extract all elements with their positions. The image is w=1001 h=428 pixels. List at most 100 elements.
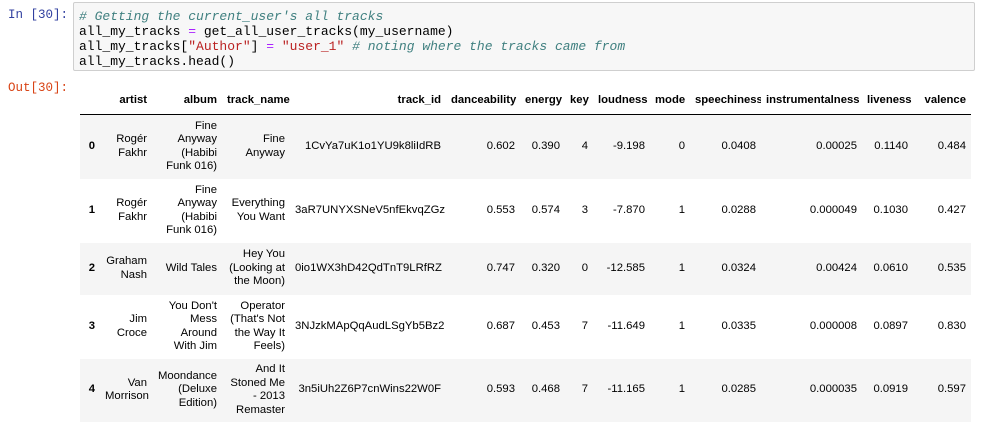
cell-valence: 0.597 <box>937 383 966 396</box>
code-operator: = <box>266 39 275 54</box>
cell-danceability: 0.687 <box>486 319 515 332</box>
code-line-1: # Getting the current_user's all tracks <box>79 9 969 24</box>
cell-key: 7 <box>581 383 588 396</box>
cell-energy: 0.468 <box>531 383 560 396</box>
column-header-valence: valence <box>913 88 971 115</box>
column-header-track-name: track_name <box>222 88 290 115</box>
cell-energy: 0.574 <box>531 203 560 216</box>
cell-album: Fine Anyway (Habibi Funk 016) <box>166 119 217 173</box>
table-body: 0 Rogér Fakhr Fine Anyway (Habibi Funk 016… <box>80 114 971 422</box>
code-operator: = <box>188 24 197 39</box>
cell-loudness: -11.649 <box>607 319 645 332</box>
cell-key: 4 <box>581 140 588 152</box>
column-header-artist: artist <box>100 88 152 115</box>
cell-mode: 1 <box>678 261 685 274</box>
row-index: 0 <box>88 140 95 152</box>
cell-track-name: Hey You (Looking at the Moon) <box>229 248 285 288</box>
cell-instrumentalness: 0.000035 <box>809 383 857 396</box>
cell-track-id: 3n5iUh2Z6P7cnWins22W0F <box>298 383 441 396</box>
dataframe-table: artist album track_name track_id danceabilit… <box>80 88 971 422</box>
cell-speechiness: 0.0408 <box>721 140 756 152</box>
cell-loudness: -11.165 <box>607 383 645 396</box>
column-header-track-id: track_id <box>290 88 446 115</box>
column-header-loudness: loudness <box>593 88 650 115</box>
row-index: 2 <box>88 261 95 274</box>
cell-track-id: 3aR7UNYXSNeV5nfEkvqZGz <box>295 203 446 216</box>
cell-key: 7 <box>581 319 588 332</box>
cell-album: Fine Anyway (Habibi Funk 016) <box>166 183 217 237</box>
column-header-speechiness: speechiness <box>690 88 761 115</box>
column-header-danceability: danceability <box>446 88 520 115</box>
code-line-2: all_my_tracks = get_all_user_tracks(my_u… <box>79 24 969 39</box>
table-row: 0 Rogér Fakhr Fine Anyway (Habibi Funk 016… <box>80 114 971 179</box>
cell-track-name: Everything You Want <box>231 197 285 223</box>
cell-album: Moondance (Deluxe Edition) <box>157 369 217 409</box>
cell-track-name: And It Stoned Me - 2013 Remaster <box>230 363 285 416</box>
cell-mode: 1 <box>678 203 685 216</box>
row-index: 4 <box>88 383 95 396</box>
cell-liveness: 0.0919 <box>873 383 908 396</box>
code-token: all_my_tracks <box>79 24 189 39</box>
code-cell-input[interactable]: # Getting the current_user's all tracks … <box>73 2 975 71</box>
column-header-key: key <box>565 88 593 115</box>
cell-speechiness: 0.0288 <box>721 203 756 216</box>
cell-liveness: 0.1140 <box>874 140 908 152</box>
cell-energy: 0.390 <box>531 140 560 152</box>
cell-key: 0 <box>581 261 588 274</box>
column-header-liveness: liveness <box>862 88 913 115</box>
header-row: artist album track_name track_id danceabilit… <box>80 88 971 115</box>
cell-artist: Van Morrison <box>105 376 149 403</box>
cell-liveness: 0.0897 <box>873 319 908 332</box>
cell-mode: 0 <box>678 140 685 152</box>
cell-track-id: 1CvYa7uK1o1YU9k8liIdRB <box>304 140 441 152</box>
cell-energy: 0.453 <box>531 319 560 332</box>
cell-danceability: 0.593 <box>486 383 515 396</box>
code-line-3: all_my_tracks["Author"] = "user_1" # not… <box>79 39 969 54</box>
dataframe-output: artist album track_name track_id danceabilit… <box>80 88 972 422</box>
code-line-4: all_my_tracks.head() <box>79 54 969 69</box>
cell-artist: Rogér Fakhr <box>116 133 147 159</box>
cell-valence: 0.830 <box>937 319 966 332</box>
column-header-instrumentalness: instrumentalness <box>761 88 862 115</box>
cell-instrumentalness: 0.000049 <box>809 203 857 216</box>
cell-track-name: Operator (That's Not the Way It Feels) <box>230 299 285 353</box>
cell-liveness: 0.0610 <box>873 261 908 274</box>
index-header <box>80 88 100 115</box>
cell-speechiness: 0.0285 <box>721 383 756 396</box>
table-header: artist album track_name track_id danceabilit… <box>80 88 971 115</box>
column-header-album: album <box>152 88 222 115</box>
cell-valence: 0.535 <box>937 261 966 274</box>
code-token: get_all_user_tracks(my_username) <box>196 24 454 39</box>
cell-loudness: -12.585 <box>606 261 645 274</box>
table-row: 4 Van Morrison Moondance (Deluxe Edition) A… <box>80 358 971 422</box>
column-header-mode: mode <box>650 88 690 115</box>
row-index: 1 <box>88 203 95 216</box>
cell-album: You Don't Mess Around With Jim <box>168 299 217 353</box>
cell-track-name: Fine Anyway <box>245 133 285 159</box>
code-token: all_my_tracks[ <box>79 39 189 54</box>
cell-instrumentalness: 0.00025 <box>816 140 857 152</box>
cell-track-id: 0io1WX3hD42QdTnT9LRfRZ <box>295 261 442 274</box>
cell-artist: Rogér Fakhr <box>116 197 147 223</box>
cell-danceability: 0.602 <box>486 140 515 152</box>
code-comment: # Getting the current_user's all tracks <box>79 9 384 24</box>
cell-instrumentalness: 0.000008 <box>809 319 857 332</box>
cell-instrumentalness: 0.00424 <box>816 261 857 274</box>
cell-valence: 0.427 <box>937 203 966 216</box>
cell-key: 3 <box>581 203 588 216</box>
table-row: 2 Graham Nash Wild Tales Hey You (Looking a… <box>80 242 971 295</box>
cell-liveness: 0.1030 <box>873 203 908 216</box>
code-comment: # noting where the tracks came from <box>352 39 626 54</box>
cell-energy: 0.320 <box>531 261 560 274</box>
code-token: ] <box>250 39 267 54</box>
cell-loudness: -7.870 <box>612 203 645 216</box>
table-row: 1 Rogér Fakhr Fine Anyway (Habibi Funk 016… <box>80 178 971 243</box>
cell-speechiness: 0.0335 <box>721 319 756 332</box>
cell-artist: Graham Nash <box>106 255 147 281</box>
row-index: 3 <box>88 319 95 332</box>
cell-loudness: -9.198 <box>612 140 645 152</box>
cell-track-id: 3NJzkMApQqAudLSgYb5Bz2 <box>295 319 445 332</box>
cell-valence: 0.484 <box>937 140 966 152</box>
